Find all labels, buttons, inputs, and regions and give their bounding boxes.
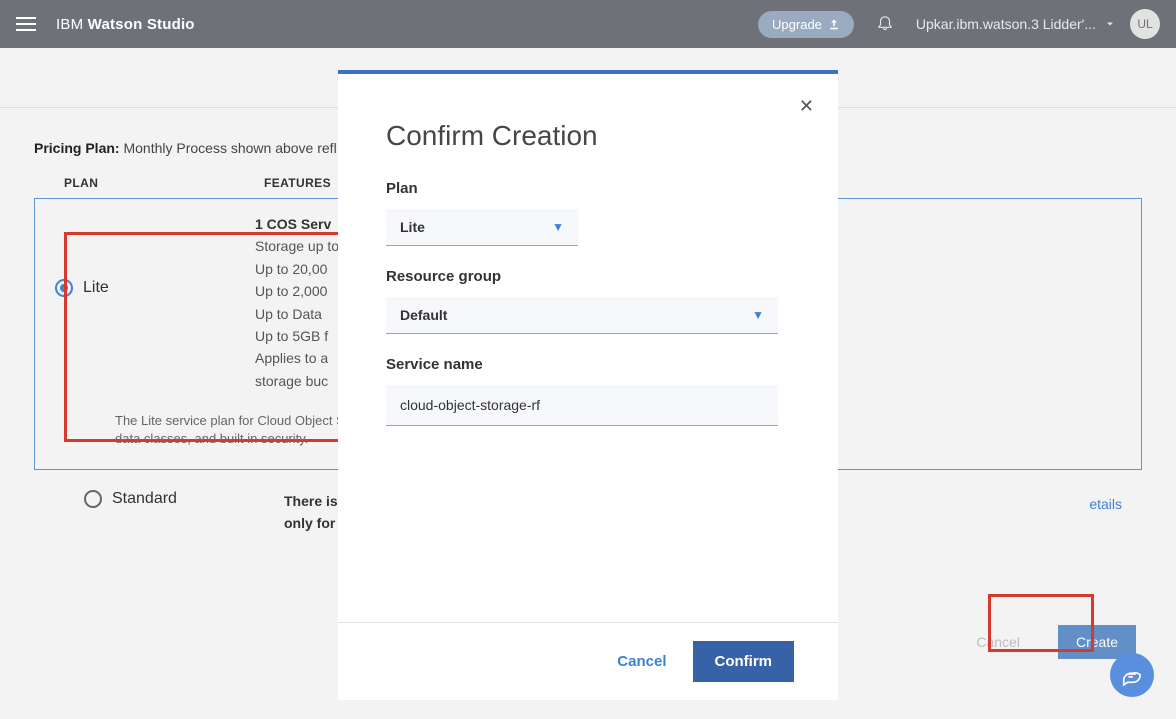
field-label-resource-group: Resource group	[386, 268, 790, 285]
account-dropdown[interactable]: Upkar.ibm.watson.3 Lidder'...	[916, 16, 1116, 32]
plan-lite-radio[interactable]: Lite	[55, 213, 255, 297]
upload-icon	[828, 18, 840, 30]
chat-fab[interactable]	[1110, 653, 1154, 697]
chevron-down-icon	[1104, 18, 1116, 30]
chevron-down-icon: ▼	[552, 220, 564, 234]
modal-title: Confirm Creation	[386, 120, 790, 152]
plan-select[interactable]: Lite ▼	[386, 209, 578, 246]
plan-lite-label: Lite	[83, 279, 109, 297]
field-label-service-name: Service name	[386, 356, 790, 373]
brand-bold: Watson Studio	[88, 16, 195, 33]
modal-cancel-button[interactable]: Cancel	[617, 653, 666, 670]
plan-standard-radio[interactable]: Standard	[84, 490, 284, 508]
bg-cancel-button[interactable]: Cancel	[958, 625, 1038, 659]
resource-group-select[interactable]: Default ▼	[386, 297, 778, 334]
avatar-initials: UL	[1137, 17, 1152, 31]
confirm-creation-modal: ✕ Confirm Creation Plan Lite ▼ Resource …	[338, 70, 838, 700]
radio-unselected-icon	[84, 490, 102, 508]
chat-icon	[1121, 664, 1143, 686]
plan-select-value: Lite	[400, 219, 425, 235]
avatar[interactable]: UL	[1130, 9, 1160, 39]
pricing-label: Pricing Plan:	[34, 140, 120, 156]
account-label: Upkar.ibm.watson.3 Lidder'...	[916, 16, 1096, 32]
modal-confirm-button[interactable]: Confirm	[693, 641, 795, 682]
chevron-down-icon: ▼	[752, 308, 764, 322]
modal-footer: Cancel Confirm	[338, 622, 838, 700]
brand: IBM Watson Studio	[56, 16, 195, 33]
top-bar: IBM Watson Studio Upgrade Upkar.ibm.wats…	[0, 0, 1176, 48]
plan-standard-label: Standard	[112, 490, 177, 508]
upgrade-label: Upgrade	[772, 17, 822, 32]
modal-close-button[interactable]: ✕	[799, 96, 814, 117]
notifications-icon[interactable]	[876, 12, 894, 37]
col-features: FEATURES	[264, 176, 331, 190]
resource-group-value: Default	[400, 307, 447, 323]
background-footer-buttons: Cancel Create	[958, 625, 1136, 659]
service-name-input[interactable]	[386, 385, 778, 426]
pricing-text: Monthly Process shown above refl	[120, 140, 337, 156]
brand-prefix: IBM	[56, 16, 88, 33]
upgrade-button[interactable]: Upgrade	[758, 11, 854, 38]
radio-selected-icon	[55, 279, 73, 297]
details-link[interactable]: etails	[1089, 496, 1122, 512]
field-label-plan: Plan	[386, 180, 790, 197]
col-plan: PLAN	[64, 176, 264, 190]
menu-icon[interactable]	[16, 17, 36, 31]
